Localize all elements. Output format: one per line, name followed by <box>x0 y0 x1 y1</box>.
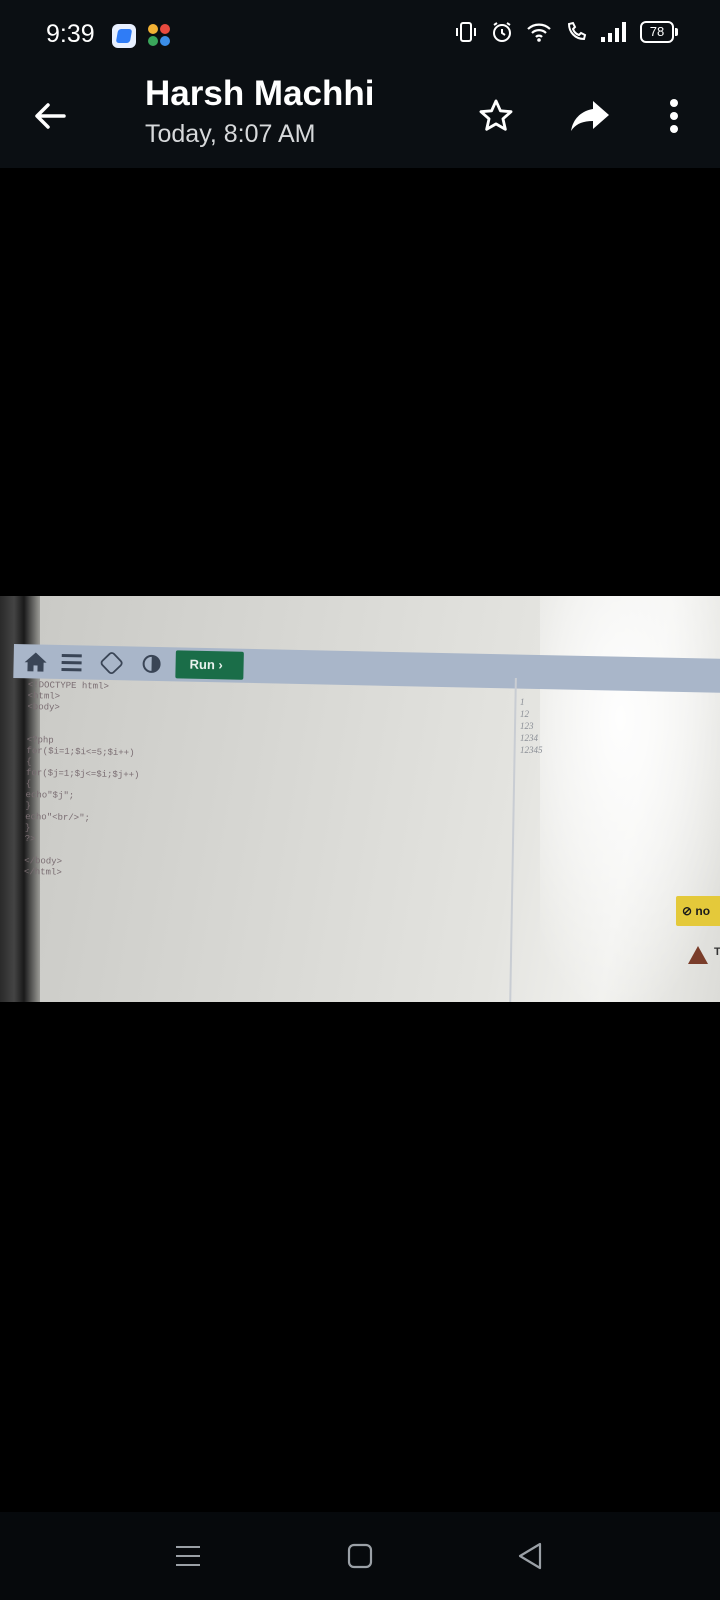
more-vert-icon <box>670 99 678 133</box>
back-nav-button[interactable] <box>508 1534 552 1578</box>
recent-apps-button[interactable] <box>166 1534 210 1578</box>
star-icon <box>479 99 513 131</box>
vibrate-icon <box>456 22 476 42</box>
recent-apps-icon <box>176 1546 200 1566</box>
output-line: 12345 <box>520 745 543 755</box>
contrast-icon <box>142 654 161 673</box>
notice-badge-text: no <box>695 904 711 918</box>
alarm-icon <box>493 22 511 42</box>
star-button[interactable] <box>472 92 520 140</box>
output-line: 12 <box>520 709 529 719</box>
share-icon <box>571 101 609 131</box>
code-line: </html> <box>23 866 62 878</box>
run-label: Run <box>189 656 216 673</box>
shared-photo[interactable]: Run › <!DOCTYPE html> <html> <body> <?php f… <box>0 596 720 1002</box>
output-pane: 1 12 123 1234 12345 <box>520 696 543 756</box>
home-icon <box>24 652 47 672</box>
share-button[interactable] <box>566 92 614 140</box>
warning-icon <box>688 946 708 964</box>
output-line: 1 <box>520 697 525 707</box>
back-button[interactable] <box>26 92 74 140</box>
top-app-bar: Harsh Machhi Today, 8:07 AM <box>0 70 720 168</box>
wifi-calling-icon <box>567 21 587 41</box>
output-line: 123 <box>520 721 534 731</box>
battery-icon: 78 <box>640 21 678 43</box>
rotate-icon <box>100 652 123 675</box>
code-editor: <!DOCTYPE html> <html> <body> <?php for($i=… <box>24 680 142 880</box>
back-nav-icon <box>518 1542 542 1570</box>
status-time: 9:39 <box>46 20 95 48</box>
warning-text: T <box>714 946 720 958</box>
menu-icon <box>61 654 82 672</box>
more-options-button[interactable] <box>650 92 698 140</box>
contact-name: Harsh Machhi <box>145 74 375 113</box>
code-line: for($j=1;$j<=$i;$j++) <box>25 767 140 781</box>
app-icon-blue <box>112 24 136 48</box>
system-nav-bar <box>0 1512 720 1600</box>
back-arrow-icon <box>35 103 66 129</box>
output-line: 1234 <box>520 733 538 743</box>
home-nav-icon <box>347 1543 373 1569</box>
code-line: for($i=1;$i<=5;$i++) <box>26 745 135 759</box>
pane-divider <box>509 678 517 1002</box>
code-line: echo"<br/>"; <box>25 811 91 824</box>
run-button[interactable]: Run › <box>175 650 244 680</box>
wifi-icon <box>527 23 551 42</box>
status-bar: 9:39 78 <box>0 0 720 70</box>
message-timestamp: Today, 8:07 AM <box>145 120 316 148</box>
signal-icon <box>601 22 626 42</box>
home-button[interactable] <box>338 1534 382 1578</box>
notice-badge: ⊘ no <box>676 896 720 926</box>
app-icon-multicolor <box>148 24 172 48</box>
